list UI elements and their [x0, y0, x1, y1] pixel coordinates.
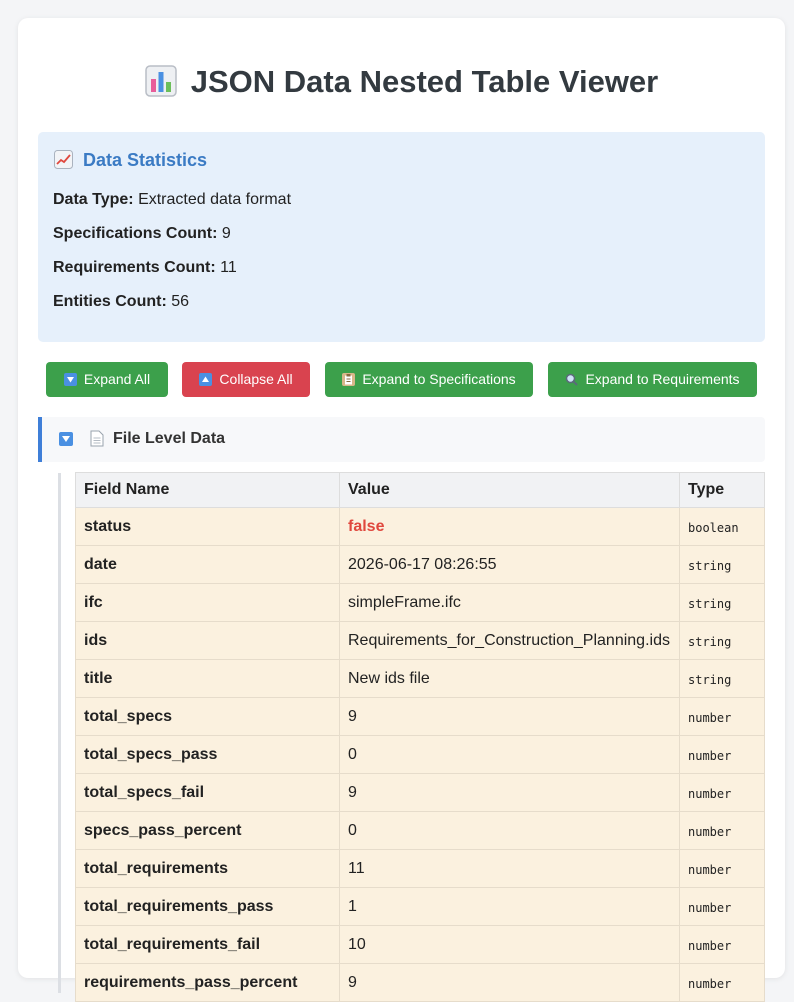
stat-value: 11 [220, 259, 237, 276]
type-cell: number [679, 735, 765, 774]
main-container: JSON Data Nested Table Viewer Data Stati… [18, 18, 785, 1002]
column-header-value: Value [339, 472, 680, 508]
expand-to-requirements-button[interactable]: Expand to Requirements [548, 362, 757, 397]
page-title-text: JSON Data Nested Table Viewer [190, 64, 659, 99]
value-cell: 2026-06-17 08:26:55 [339, 545, 680, 584]
value-cell: Requirements_for_Construction_Planning.i… [339, 621, 680, 660]
field-name-cell: total_requirements_pass [75, 887, 340, 926]
collapse-all-button[interactable]: Collapse All [182, 362, 310, 397]
value-cell: 0 [339, 811, 680, 850]
table-row: total_requirements 11 number [75, 849, 765, 888]
table-row: total_specs_fail 9 number [75, 773, 765, 812]
up-arrow-icon [199, 373, 213, 386]
type-cell: number [679, 811, 765, 850]
field-name-cell: total_requirements_fail [75, 925, 340, 964]
type-cell: string [679, 659, 765, 698]
value-cell: 9 [339, 963, 680, 1002]
value-cell: 1 [339, 887, 680, 926]
stat-value: 56 [171, 293, 190, 310]
stat-requirements-count: Requirements Count: 11 [53, 258, 237, 278]
value-cell: 10 [339, 925, 680, 964]
field-name-cell: ids [75, 621, 340, 660]
expand-to-specifications-label: Expand to Specifications [362, 371, 516, 387]
field-name-cell: specs_pass_percent [75, 811, 340, 850]
field-name-cell: total_specs_pass [75, 735, 340, 774]
document-icon [90, 430, 104, 447]
type-cell: number [679, 697, 765, 736]
clipboard-icon [342, 373, 356, 386]
field-name-cell: title [75, 659, 340, 698]
field-name-cell: date [75, 545, 340, 584]
file-level-data-header[interactable]: File Level Data [38, 417, 765, 462]
type-cell: number [679, 963, 765, 1002]
page-title: JSON Data Nested Table Viewer [18, 62, 785, 102]
stat-label: Specifications Count: [53, 225, 218, 242]
type-cell: number [679, 849, 765, 888]
table-row: total_specs 9 number [75, 697, 765, 736]
value-cell: false [339, 507, 680, 546]
magnifier-icon [565, 373, 579, 386]
collapse-toggle-icon[interactable] [59, 432, 73, 446]
type-cell: boolean [679, 507, 765, 546]
value-cell: New ids file [339, 659, 680, 698]
stat-specifications-count: Specifications Count: 9 [53, 224, 231, 244]
value-cell: 11 [339, 849, 680, 888]
value-cell: simpleFrame.ifc [339, 583, 680, 622]
chart-increasing-icon [54, 150, 73, 169]
field-name-cell: status [75, 507, 340, 546]
expand-all-button[interactable]: Expand All [46, 362, 168, 397]
table-row: total_requirements_fail 10 number [75, 925, 765, 964]
table-row: status false boolean [75, 507, 765, 546]
file-level-data-table: Field Name Value Type status false boole… [75, 472, 765, 1002]
field-name-cell: ifc [75, 583, 340, 622]
field-name-cell: total_requirements [75, 849, 340, 888]
table-row: total_specs_pass 0 number [75, 735, 765, 774]
stat-data-type: Data Type: Extracted data format [53, 190, 291, 210]
expand-to-specifications-button[interactable]: Expand to Specifications [325, 362, 533, 397]
bar-chart-icon [145, 65, 177, 97]
field-name-cell: total_specs [75, 697, 340, 736]
table-row: specs_pass_percent 0 number [75, 811, 765, 850]
statistics-title: Data Statistics [54, 148, 207, 172]
type-cell: string [679, 545, 765, 584]
field-name-cell: total_specs_fail [75, 773, 340, 812]
down-arrow-icon [63, 373, 77, 386]
table-row: total_requirements_pass 1 number [75, 887, 765, 926]
boolean-false-value: false [348, 517, 385, 535]
type-cell: number [679, 925, 765, 964]
statistics-title-text: Data Statistics [83, 150, 208, 170]
field-name-cell: requirements_pass_percent [75, 963, 340, 1002]
column-header-type: Type [679, 472, 765, 508]
statistics-panel: Data Statistics Data Type: Extracted dat… [38, 132, 765, 342]
table-row: date 2026-06-17 08:26:55 string [75, 545, 765, 584]
column-header-field-name: Field Name [75, 472, 340, 508]
value-cell: 9 [339, 697, 680, 736]
stat-label: Data Type: [53, 191, 134, 208]
type-cell: number [679, 887, 765, 926]
type-cell: number [679, 773, 765, 812]
stat-value: Extracted data format [138, 191, 292, 208]
section-title: File Level Data [113, 430, 226, 447]
value-cell: 9 [339, 773, 680, 812]
table-row: ids Requirements_for_Construction_Planni… [75, 621, 765, 660]
stat-label: Entities Count: [53, 293, 167, 310]
type-cell: string [679, 583, 765, 622]
value-cell: 0 [339, 735, 680, 774]
table-row: title New ids file string [75, 659, 765, 698]
stat-entities-count: Entities Count: 56 [53, 292, 189, 312]
table-row: ifc simpleFrame.ifc string [75, 583, 765, 622]
stat-label: Requirements Count: [53, 259, 216, 276]
collapse-all-label: Collapse All [219, 371, 293, 387]
expand-to-requirements-label: Expand to Requirements [585, 371, 740, 387]
stat-value: 9 [221, 225, 231, 242]
expand-all-label: Expand All [83, 371, 151, 387]
tree-indent-line [58, 473, 61, 993]
type-cell: string [679, 621, 765, 660]
table-header-row: Field Name Value Type [75, 472, 765, 508]
table-row: requirements_pass_percent 9 number [75, 963, 765, 1002]
